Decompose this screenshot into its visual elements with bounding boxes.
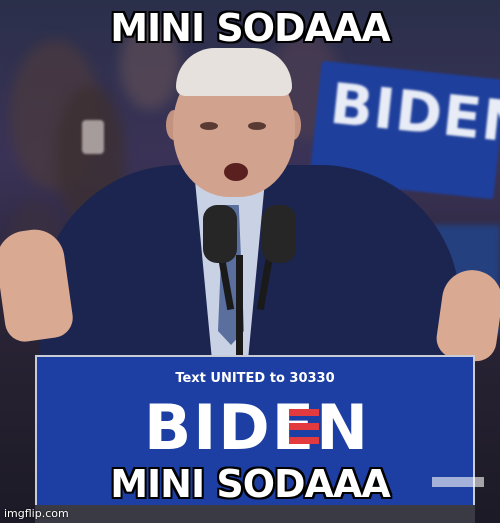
watermark: imgflip.com: [4, 507, 69, 520]
logo-stripe: [289, 409, 319, 416]
open-mouth: [224, 163, 248, 181]
meme-image: BIDEN Text UNITED to 30330 BIDEN MINI SO…: [0, 0, 500, 523]
phone: [82, 120, 104, 154]
microphone-left: [203, 205, 237, 263]
bottom-caption: MINI SODAAA: [110, 462, 391, 506]
top-caption: MINI SODAAA: [110, 6, 391, 50]
left-eye: [200, 122, 218, 130]
right-eye: [248, 122, 266, 130]
microphone-right: [262, 205, 296, 263]
logo-stripe: [289, 423, 319, 430]
hair: [176, 48, 292, 96]
podium-logo: BIDEN: [143, 391, 371, 464]
logo-stripe: [289, 437, 319, 444]
podium-base: [35, 505, 475, 523]
podium-text-line: Text UNITED to 30330: [175, 371, 335, 386]
mic-stand: [236, 255, 243, 360]
